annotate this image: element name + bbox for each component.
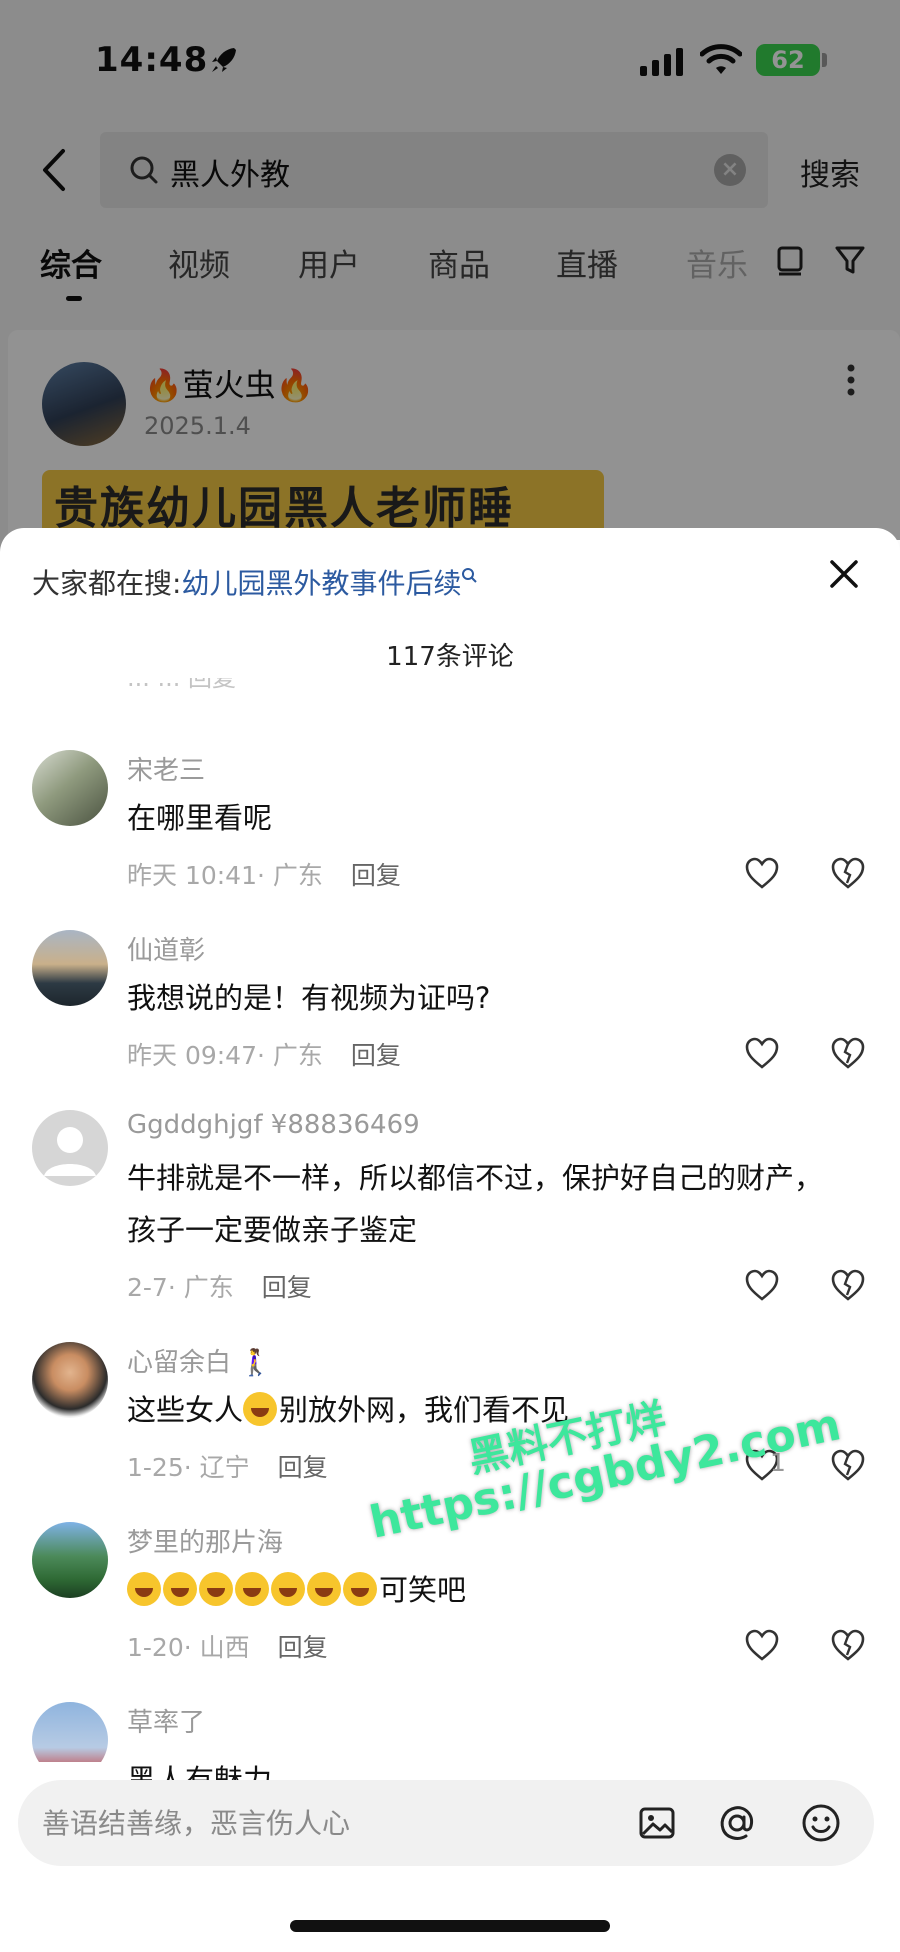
clipped-comment-meta: ... ... 回复 (127, 678, 237, 692)
comment-time: 2-7 (127, 1273, 168, 1302)
home-indicator (290, 1920, 610, 1932)
close-icon[interactable] (822, 552, 866, 596)
search-results-page: 14:48 62 黑人外教 × 搜索 综合 视频 用户 商品 直播 音乐 🔥萤火… (0, 0, 900, 630)
emoji-icon[interactable] (800, 1802, 842, 1844)
comment-text: 在哪里看呢 (127, 801, 273, 835)
comment-sheet: 大家都在搜:幼儿园黑外教事件后续 117条评论 ... ... 回复 宋老三 在… (0, 528, 900, 1952)
comment-meta: 昨天 10:41· 广东 回复 (127, 861, 401, 890)
comment-time: 昨天 10:41 (127, 861, 257, 890)
heart-icon[interactable] (744, 1628, 780, 1662)
comment-meta: 1-25· 辽宁 回复 (127, 1453, 328, 1482)
dim-overlay[interactable] (0, 0, 900, 540)
comment-input-bar (18, 1780, 874, 1866)
broken-heart-icon[interactable] (830, 1036, 866, 1070)
reply-button[interactable]: 回复 (278, 1633, 328, 1662)
laughing-emoji-icon (163, 1572, 197, 1606)
comment-username[interactable]: 宋老三 (127, 750, 205, 787)
comment-username[interactable]: Ggddghjgf ¥88836469 (127, 1110, 420, 1140)
comment-input[interactable] (42, 1780, 602, 1866)
avatar[interactable] (32, 1342, 108, 1418)
laughing-emoji-icon (271, 1572, 305, 1606)
comment-text-part: 可笑吧 (379, 1573, 467, 1607)
avatar[interactable] (32, 930, 108, 1006)
comment-time: 1-20 (127, 1633, 184, 1662)
comment-location: 辽宁 (199, 1453, 250, 1482)
comment-username[interactable]: 草率了 (127, 1702, 205, 1739)
image-icon[interactable] (636, 1802, 678, 1844)
comment-location: 广东 (183, 1273, 234, 1302)
comment-location: 山西 (199, 1633, 250, 1662)
default-avatar[interactable] (32, 1110, 108, 1186)
comment-meta: 1-20· 山西 回复 (127, 1633, 328, 1662)
comment-text-part: 这些女人 (127, 1393, 244, 1427)
broken-heart-icon[interactable] (830, 1628, 866, 1662)
heart-icon[interactable] (744, 856, 780, 890)
comment-time: 昨天 09:47 (127, 1041, 257, 1070)
hot-search-link[interactable]: 幼儿园黑外教事件后续 (181, 567, 461, 600)
reply-button[interactable]: 回复 (262, 1273, 312, 1302)
comment-username[interactable]: 心留余白 🚶‍♀️ (127, 1342, 272, 1379)
search-icon (462, 567, 478, 583)
avatar[interactable] (32, 1702, 108, 1762)
comment-text: 我想说的是！有视频为证吗? (127, 981, 491, 1015)
heart-icon[interactable] (744, 1036, 780, 1070)
reply-button[interactable]: 回复 (351, 1041, 401, 1070)
laughing-emoji-icon (343, 1572, 377, 1606)
hot-search-bar[interactable]: 大家都在搜:幼儿园黑外教事件后续 (32, 562, 478, 602)
heart-icon[interactable] (744, 1268, 780, 1302)
user-silhouette-icon (44, 1127, 96, 1176)
comment-location: 广东 (272, 1041, 323, 1070)
avatar[interactable] (32, 1522, 108, 1598)
broken-heart-icon[interactable] (830, 856, 866, 890)
comment-text: 可笑吧 (127, 1564, 827, 1616)
avatar[interactable] (32, 750, 108, 826)
laughing-emoji-row (127, 1572, 379, 1607)
comment-item: 草率了 (0, 1702, 900, 1762)
clipped-comment-row: ... ... 回复 (0, 678, 900, 708)
comment-username[interactable]: 梦里的那片海 (127, 1522, 283, 1559)
comment-text: 牛排就是不一样，所以都信不过，保护好自己的财产，孩子一定要做亲子鉴定 (127, 1161, 824, 1247)
comment-time: 1-25 (127, 1453, 184, 1482)
comment-location: 广东 (272, 861, 323, 890)
laughing-emoji-icon (127, 1572, 161, 1606)
comment-meta: 2-7· 广东 回复 (127, 1273, 312, 1302)
broken-heart-icon[interactable] (830, 1268, 866, 1302)
comment-count: 117条评论 (386, 642, 514, 672)
comment-meta: 昨天 09:47· 广东 回复 (127, 1041, 401, 1070)
grin-emoji-icon (243, 1392, 278, 1426)
laughing-emoji-icon (235, 1572, 269, 1606)
reply-button[interactable]: 回复 (351, 861, 401, 890)
laughing-emoji-icon (307, 1572, 341, 1606)
broken-heart-icon[interactable] (830, 1448, 866, 1482)
reply-button[interactable]: 回复 (278, 1453, 328, 1482)
comment-username[interactable]: 仙道彰 (127, 930, 205, 967)
laughing-emoji-icon (199, 1572, 233, 1606)
hot-search-label: 大家都在搜: (32, 567, 182, 600)
mention-icon[interactable] (716, 1802, 758, 1844)
